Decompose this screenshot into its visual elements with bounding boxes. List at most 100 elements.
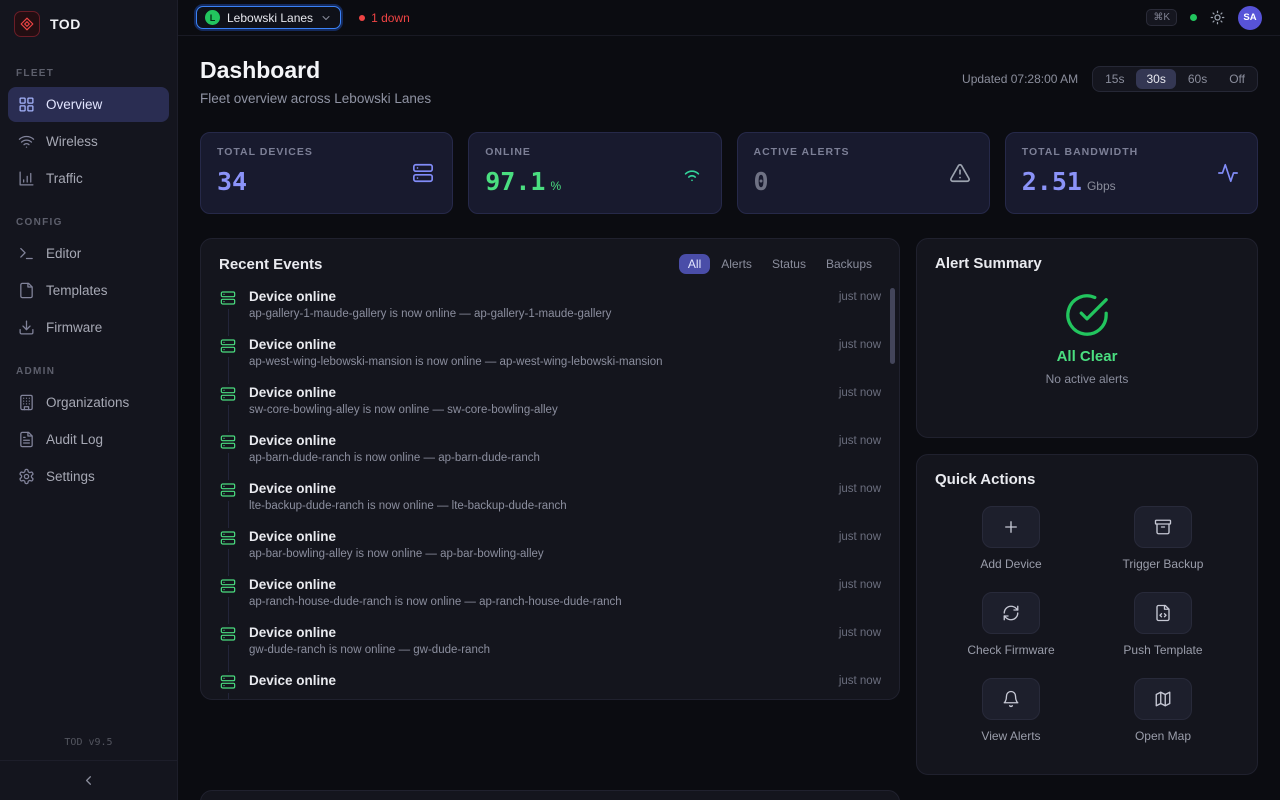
event-row[interactable]: Device onlineap-gallery-1-maude-gallery … xyxy=(219,288,881,336)
filter-alerts[interactable]: Alerts xyxy=(712,254,761,274)
event-time: just now xyxy=(839,624,881,672)
bar-chart-icon xyxy=(18,170,35,187)
refresh-icon xyxy=(1002,604,1020,622)
event-row[interactable]: Device online just now xyxy=(219,672,881,699)
action-label: Check Firmware xyxy=(967,643,1054,657)
stat-value: 2.51 xyxy=(1022,167,1082,196)
sidebar-item-label: Audit Log xyxy=(46,432,103,447)
event-title: Device online xyxy=(249,529,827,544)
filter-status[interactable]: Status xyxy=(763,254,815,274)
event-filters: All Alerts Status Backups xyxy=(679,254,881,274)
server-icon xyxy=(220,482,236,498)
check-firmware-action[interactable]: Check Firmware xyxy=(935,592,1087,657)
sidebar-item-label: Templates xyxy=(46,283,108,298)
event-row[interactable]: Device online gw-dude-ranch is now online… xyxy=(219,624,881,672)
event-detail: gw-dude-ranch is now online — gw-dude-ra… xyxy=(249,644,827,656)
event-row[interactable]: Device online ap-ranch-house-dude-ranch i… xyxy=(219,576,881,624)
event-time: just now xyxy=(839,288,881,336)
filter-all[interactable]: All xyxy=(679,254,710,274)
events-scrollbar[interactable] xyxy=(890,288,895,364)
stat-online: ONLINE 97.1 % xyxy=(468,132,721,214)
topbar: L Lebowski Lanes 1 down ⌘K SA xyxy=(178,0,1280,36)
sidebar-item-wireless[interactable]: Wireless xyxy=(8,124,169,159)
refresh-off-button[interactable]: Off xyxy=(1219,69,1255,89)
org-selector[interactable]: L Lebowski Lanes xyxy=(196,6,341,29)
refresh-30s-button[interactable]: 30s xyxy=(1136,69,1175,89)
activity-icon xyxy=(1217,162,1239,184)
server-icon xyxy=(220,338,236,354)
event-title: Device online xyxy=(249,385,827,400)
event-row[interactable]: Device onlineap-barn-dude-ranch is now o… xyxy=(219,432,881,480)
sidebar-item-editor[interactable]: Editor xyxy=(8,236,169,271)
event-time: just now xyxy=(839,480,881,528)
brand-name: TOD xyxy=(50,16,81,32)
open-map-action[interactable]: Open Map xyxy=(1087,678,1239,743)
action-label: Trigger Backup xyxy=(1123,557,1204,571)
event-title: Device online xyxy=(249,289,827,304)
chevron-left-icon xyxy=(81,773,96,788)
sidebar-item-overview[interactable]: Overview xyxy=(8,87,169,122)
check-circle-icon xyxy=(1064,292,1110,338)
sidebar-item-label: Settings xyxy=(46,469,95,484)
event-detail: sw-core-bowling-alley is now online — sw… xyxy=(249,404,827,416)
wifi-icon xyxy=(681,162,703,184)
add-device-action[interactable]: Add Device xyxy=(935,506,1087,571)
event-detail: ap-bar-bowling-alley is now online — ap-… xyxy=(249,548,827,560)
alert-note: No active alerts xyxy=(935,372,1239,386)
view-alerts-action[interactable]: View Alerts xyxy=(935,678,1087,743)
trigger-backup-action[interactable]: Trigger Backup xyxy=(1087,506,1239,571)
event-time: just now xyxy=(839,384,881,432)
event-row[interactable]: Device online sw-core-bowling-alley is no… xyxy=(219,384,881,432)
sidebar-item-settings[interactable]: Settings xyxy=(8,459,169,494)
refresh-interval-group: 15s 30s 60s Off xyxy=(1092,66,1258,92)
event-time: just now xyxy=(839,576,881,624)
page-subtitle: Fleet overview across Lebowski Lanes xyxy=(200,90,431,108)
server-icon xyxy=(220,386,236,402)
event-row[interactable]: Device online ap-bar-bowling-alley is now… xyxy=(219,528,881,576)
event-list: Device onlineap-gallery-1-maude-gallery … xyxy=(201,282,899,699)
terminal-icon xyxy=(18,245,35,262)
sidebar-collapse-button[interactable] xyxy=(0,760,177,800)
recent-events-panel: Recent Events All Alerts Status Backups … xyxy=(200,238,900,700)
bell-icon xyxy=(1002,690,1020,708)
gear-icon xyxy=(18,468,35,485)
nav-section-admin: ADMIN xyxy=(0,346,177,384)
event-detail: lte-backup-dude-ranch is now online — lt… xyxy=(249,500,827,512)
sidebar-item-label: Overview xyxy=(46,97,102,112)
event-row[interactable]: Device onlineap-west-wing-lebowski-mansi… xyxy=(219,336,881,384)
refresh-60s-button[interactable]: 60s xyxy=(1178,69,1217,89)
event-time: just now xyxy=(839,528,881,576)
sidebar-item-templates[interactable]: Templates xyxy=(8,273,169,308)
event-detail: ap-ranch-house-dude-ranch is now online … xyxy=(249,596,827,608)
chevron-down-icon xyxy=(320,12,332,24)
org-avatar: L xyxy=(205,10,220,25)
server-icon xyxy=(220,674,236,690)
event-title: Device online xyxy=(249,577,827,592)
server-icon xyxy=(220,290,236,306)
command-palette-shortcut[interactable]: ⌘K xyxy=(1146,9,1177,26)
theme-toggle-button[interactable] xyxy=(1210,10,1225,25)
push-template-action[interactable]: Push Template xyxy=(1087,592,1239,657)
stat-label: TOTAL BANDWIDTH xyxy=(1022,146,1241,158)
wifi-icon xyxy=(18,133,35,150)
event-row[interactable]: Device onlinelte-backup-dude-ranch is no… xyxy=(219,480,881,528)
download-icon xyxy=(18,319,35,336)
stat-active-alerts: ACTIVE ALERTS 0 xyxy=(737,132,990,214)
user-avatar[interactable]: SA xyxy=(1238,6,1262,30)
sidebar-item-traffic[interactable]: Traffic xyxy=(8,161,169,196)
file-icon xyxy=(18,282,35,299)
server-icon xyxy=(220,434,236,450)
archive-icon xyxy=(1154,518,1172,536)
map-icon xyxy=(1154,690,1172,708)
timeline-line xyxy=(228,549,229,576)
stat-total-bandwidth: TOTAL BANDWIDTH 2.51 Gbps xyxy=(1005,132,1258,214)
sidebar-item-audit-log[interactable]: Audit Log xyxy=(8,422,169,457)
filter-backups[interactable]: Backups xyxy=(817,254,881,274)
refresh-15s-button[interactable]: 15s xyxy=(1095,69,1134,89)
sidebar-item-organizations[interactable]: Organizations xyxy=(8,385,169,420)
sidebar-item-label: Editor xyxy=(46,246,81,261)
sidebar-item-firmware[interactable]: Firmware xyxy=(8,310,169,345)
event-title: Device online xyxy=(249,625,827,640)
main-area: L Lebowski Lanes 1 down ⌘K SA Dashboard … xyxy=(178,0,1280,800)
timeline-line xyxy=(228,405,229,432)
